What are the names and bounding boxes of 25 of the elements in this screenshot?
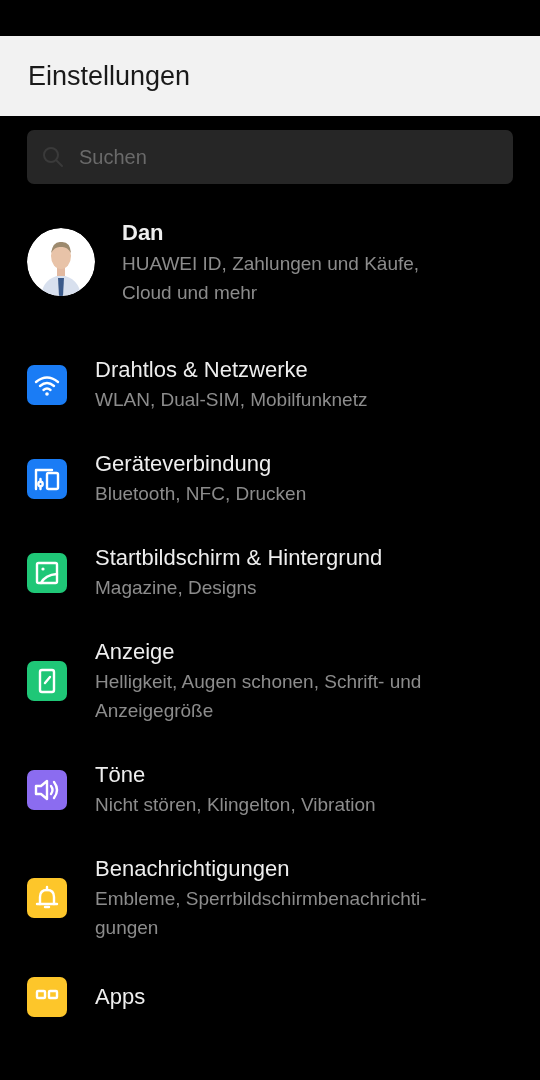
item-subtitle: Bluetooth, NFC, Drucken: [95, 482, 308, 506]
account-name: Dan: [122, 219, 165, 247]
item-title: Startbildschirm & Hintergrund: [95, 544, 384, 572]
account-row[interactable]: Dan HUAWEI ID, Zahlungen und Käufe, Cloud und mehr: [27, 184, 513, 337]
item-title: Töne: [95, 761, 147, 789]
item-subtitle: Nicht stören, Klingelton, Vibration: [95, 793, 377, 817]
search-field[interactable]: Suchen: [27, 130, 513, 184]
item-title: Anzeige: [95, 638, 176, 666]
page-title: Einstellungen: [28, 60, 191, 92]
settings-item[interactable]: Apps: [27, 959, 513, 1018]
item-title: Benachrichtigungen: [95, 855, 291, 883]
item-subtitle: Helligkeit, Augen schonen, Schrift- und Anzeigegröße: [95, 670, 423, 723]
settings-item[interactable]: Geräteverbindung Bluetooth, NFC, Drucken: [27, 431, 513, 525]
item-title: Apps: [95, 983, 146, 1011]
item-subtitle: Magazine, Designs: [95, 576, 258, 600]
item-title: Geräteverbindung: [95, 450, 273, 478]
item-title: Drahtlos & Netzwerke: [95, 356, 309, 384]
settings-item[interactable]: Startbildschirm & Hintergrund Magazine, Designs: [27, 525, 513, 619]
settings-item[interactable]: Anzeige Helligkeit, Augen schonen, Schrift- und Anzeigegröße: [27, 619, 513, 742]
settings-item[interactable]: Töne Nicht stören, Klingelton, Vibration: [27, 742, 513, 836]
account-subtitle: HUAWEI ID, Zahlungen und Käufe, Cloud und mehr: [122, 252, 421, 305]
settings-item[interactable]: Benachrichtigungen Embleme, Sperrbildschirmbenachrichti-gungen: [27, 836, 513, 959]
settings-item[interactable]: Drahtlos & Netzwerke WLAN, Dual-SIM, Mobilfunknetz: [27, 337, 513, 431]
item-subtitle: WLAN, Dual-SIM, Mobilfunknetz: [95, 388, 369, 412]
item-subtitle: Embleme, Sperrbildschirmbenachrichti-gungen: [95, 887, 428, 940]
